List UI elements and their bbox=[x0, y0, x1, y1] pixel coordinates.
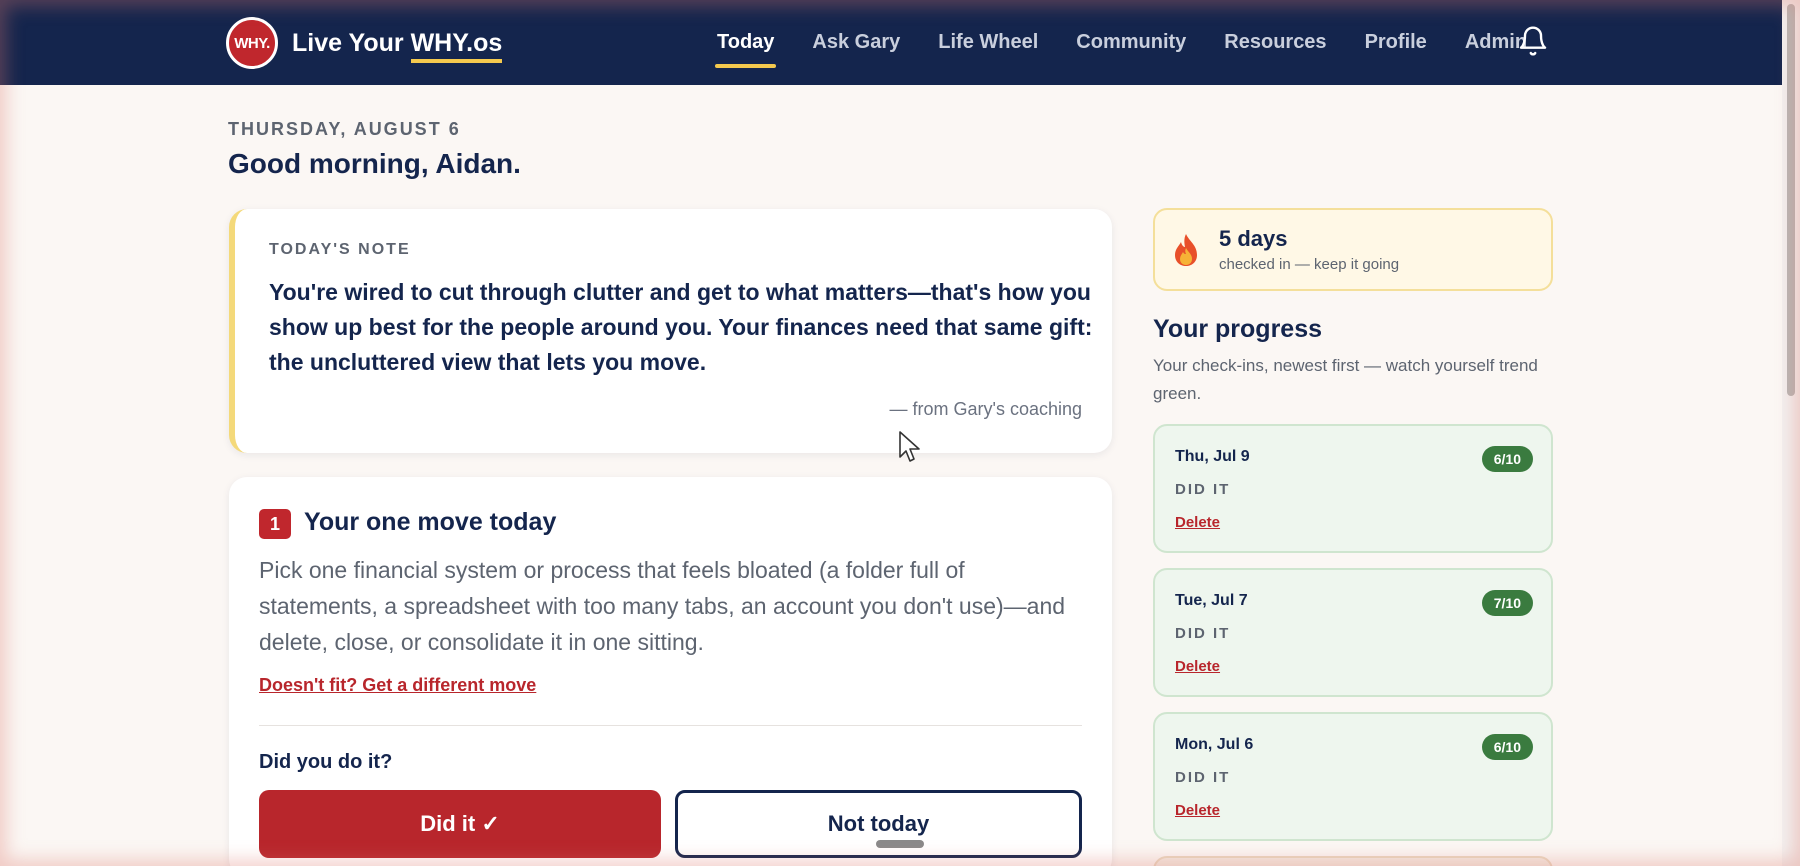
checkin-score-badge: 7/10 bbox=[1481, 590, 1533, 616]
divider bbox=[259, 725, 1082, 726]
mouse-cursor-icon bbox=[899, 431, 920, 462]
checkin-delete-link[interactable]: Delete bbox=[1175, 514, 1220, 531]
brand[interactable]: WHY. Live Your WHY.os bbox=[226, 17, 503, 69]
streak-card: 5 days checked in — keep it going bbox=[1153, 208, 1553, 291]
scrollbar-thumb[interactable] bbox=[1787, 4, 1795, 396]
checkin-card: Mon, Jul 6 6/10 DID IT Delete bbox=[1153, 712, 1553, 841]
drag-handle[interactable] bbox=[876, 840, 924, 848]
nav-community[interactable]: Community bbox=[1076, 0, 1186, 85]
checkin-delete-link[interactable]: Delete bbox=[1175, 802, 1220, 819]
top-navbar: WHY. Live Your WHY.os Today Ask Gary Lif… bbox=[0, 0, 1782, 85]
main-nav: Today Ask Gary Life Wheel Community Reso… bbox=[714, 0, 1565, 85]
different-move-link[interactable]: Doesn't fit? Get a different move bbox=[259, 675, 536, 696]
page-scrollbar[interactable] bbox=[1782, 0, 1800, 866]
did-it-button[interactable]: Did it ✓ bbox=[259, 790, 661, 858]
note-source: — from Gary's coaching bbox=[889, 399, 1083, 419]
nav-today[interactable]: Today bbox=[714, 0, 777, 85]
fire-icon bbox=[1175, 234, 1197, 266]
note-text: You're wired to cut through clutter and … bbox=[269, 279, 1093, 375]
progress-title: Your progress bbox=[1153, 315, 1323, 343]
move-number-badge: 1 bbox=[259, 509, 291, 539]
checkin-status: DID IT bbox=[1175, 481, 1231, 498]
brand-name: Live Your WHY.os bbox=[292, 28, 503, 63]
progress-subtitle: Your check-ins, newest first — watch you… bbox=[1153, 356, 1538, 403]
move-description: Pick one financial system or process tha… bbox=[259, 557, 1066, 655]
brand-prefix: Live Your bbox=[292, 28, 411, 57]
streak-subtitle: checked in — keep it going bbox=[1219, 256, 1400, 273]
checkin-card-partial bbox=[1153, 856, 1553, 866]
checkin-card: Tue, Jul 7 7/10 DID IT Delete bbox=[1153, 568, 1553, 697]
note-label: TODAY'S NOTE bbox=[269, 241, 411, 258]
page-greeting: Good morning, Aidan. bbox=[228, 148, 521, 179]
bell-icon[interactable] bbox=[1517, 24, 1549, 58]
checkin-score-badge: 6/10 bbox=[1481, 446, 1533, 472]
checkin-date: Thu, Jul 9 bbox=[1175, 448, 1250, 465]
nav-ask-gary[interactable]: Ask Gary bbox=[812, 0, 900, 85]
one-move-card: 1 Your one move today Pick one financial… bbox=[229, 477, 1112, 866]
nav-resources[interactable]: Resources bbox=[1224, 0, 1326, 85]
streak-days: 5 days bbox=[1219, 226, 1288, 251]
checkin-status: DID IT bbox=[1175, 625, 1231, 642]
checkin-status: DID IT bbox=[1175, 769, 1231, 786]
checkin-score-badge: 6/10 bbox=[1481, 734, 1533, 760]
nav-profile[interactable]: Profile bbox=[1365, 0, 1427, 85]
brand-emphasis: WHY.os bbox=[410, 28, 503, 63]
checkin-date: Tue, Jul 7 bbox=[1175, 592, 1248, 609]
checkin-delete-link[interactable]: Delete bbox=[1175, 658, 1220, 675]
checkin-card: Thu, Jul 9 6/10 DID IT Delete bbox=[1153, 424, 1553, 553]
did-you-do-it-question: Did you do it? bbox=[259, 751, 393, 773]
date-label: THURSDAY, AUGUST 6 bbox=[228, 119, 461, 139]
checkin-date: Mon, Jul 6 bbox=[1175, 736, 1254, 753]
logo-text: WHY. bbox=[234, 34, 270, 52]
why-logo: WHY. bbox=[226, 17, 278, 69]
move-title: Your one move today bbox=[304, 508, 557, 536]
nav-life-wheel[interactable]: Life Wheel bbox=[938, 0, 1038, 85]
todays-note-card: TODAY'S NOTE You're wired to cut through… bbox=[229, 209, 1112, 453]
